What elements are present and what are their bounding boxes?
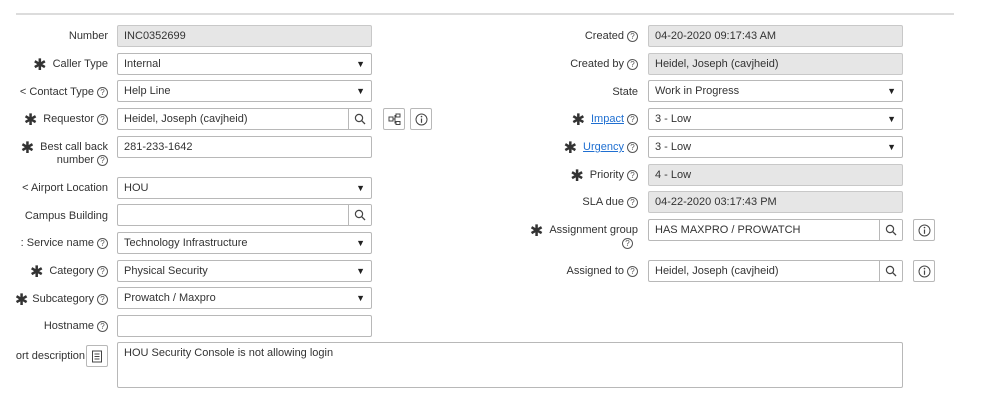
number-field[interactable]: INC0352699 — [117, 25, 372, 47]
assigned-to-label: Assigned to? — [480, 265, 638, 278]
chevron-down-icon: ▼ — [356, 183, 365, 193]
priority-label: ✱ Priority? — [480, 168, 638, 185]
help-icon[interactable]: ? — [627, 59, 638, 70]
assigned-to-info-button[interactable] — [913, 260, 935, 282]
assignment-group-info-button[interactable] — [913, 219, 935, 241]
service-name-label: : Service name? — [0, 237, 108, 250]
created-field[interactable]: 04-20-2020 09:17:43 AM — [648, 25, 903, 47]
priority-field[interactable]: 4 - Low — [648, 164, 903, 186]
category-select[interactable]: Physical Security ▼ — [117, 260, 372, 282]
created-by-label: Created by? — [480, 58, 638, 71]
hierarchy-icon — [388, 113, 401, 125]
assigned-to-field[interactable]: Heidel, Joseph (cavjheid) — [648, 260, 903, 282]
required-icon: ✱ — [563, 140, 578, 157]
required-icon: ✱ — [23, 112, 38, 129]
created-label: Created? — [480, 30, 638, 43]
info-icon — [415, 113, 428, 126]
search-icon[interactable] — [879, 261, 902, 281]
required-icon: ✱ — [529, 223, 544, 240]
chevron-down-icon: ▼ — [356, 86, 365, 96]
sla-due-field[interactable]: 04-22-2020 03:17:43 PM — [648, 191, 903, 213]
help-icon[interactable]: ? — [97, 114, 108, 125]
help-icon[interactable]: ? — [627, 31, 638, 42]
campus-building-label: Campus Building — [24, 210, 108, 222]
state-label: State — [612, 86, 638, 98]
chevron-down-icon: ▼ — [356, 266, 365, 276]
help-icon[interactable]: ? — [97, 87, 108, 98]
impact-select[interactable]: 3 - Low ▼ — [648, 108, 903, 130]
chevron-down-icon: ▼ — [887, 114, 896, 124]
caller-type-select[interactable]: Internal ▼ — [117, 53, 372, 75]
required-icon: ✱ — [20, 140, 35, 157]
assignment-group-field[interactable]: HAS MAXPRO / PROWATCH — [648, 219, 903, 241]
required-icon: ✱ — [571, 112, 585, 129]
search-icon[interactable] — [879, 220, 902, 240]
airport-location-label: < Airport Location — [22, 182, 108, 194]
help-icon[interactable]: ? — [97, 238, 108, 249]
suggestion-button[interactable] — [86, 345, 108, 367]
hierarchy-button[interactable] — [383, 108, 405, 130]
required-icon: ✱ — [29, 264, 44, 281]
category-label: ✱ Category? — [0, 264, 108, 281]
help-icon[interactable]: ? — [627, 197, 638, 208]
required-icon: ✱ — [33, 57, 47, 74]
contact-type-select[interactable]: Help Line ▼ — [117, 80, 372, 102]
campus-building-field[interactable] — [117, 204, 372, 226]
created-by-field[interactable]: Heidel, Joseph (cavjheid) — [648, 53, 903, 75]
top-divider — [16, 13, 954, 15]
sla-due-label: SLA due? — [480, 196, 638, 209]
search-icon[interactable] — [348, 205, 371, 225]
best-call-back-label: ✱ Best call back number? — [20, 140, 108, 166]
urgency-select[interactable]: 3 - Low ▼ — [648, 136, 903, 158]
help-icon[interactable]: ? — [97, 155, 108, 166]
help-icon[interactable]: ? — [627, 142, 638, 153]
short-description-field[interactable]: HOU Security Console is not allowing log… — [117, 342, 903, 388]
search-icon[interactable] — [348, 109, 371, 129]
hostname-field[interactable] — [117, 315, 372, 337]
help-icon[interactable]: ? — [97, 294, 108, 305]
short-description-label: ort description — [15, 350, 85, 362]
subcategory-select[interactable]: Prowatch / Maxpro ▼ — [117, 287, 372, 309]
caller-type-label: ✱ Caller Type — [33, 57, 108, 74]
help-icon[interactable]: ? — [627, 114, 638, 125]
chevron-down-icon: ▼ — [887, 86, 896, 96]
help-icon[interactable]: ? — [97, 321, 108, 332]
impact-label: ✱ Impact? — [480, 112, 638, 129]
urgency-label: ✱ Urgency? — [480, 140, 638, 157]
requestor-label: ✱ Requestor? — [0, 112, 108, 129]
service-name-select[interactable]: Technology Infrastructure ▼ — [117, 232, 372, 254]
assignment-group-label: ✱ Assignment group? — [529, 223, 638, 249]
chevron-down-icon: ▼ — [356, 293, 365, 303]
required-icon: ✱ — [14, 292, 29, 309]
contact-type-label: < Contact Type? — [0, 86, 108, 99]
chevron-down-icon: ▼ — [356, 59, 365, 69]
requestor-info-button[interactable] — [410, 108, 432, 130]
requestor-field[interactable]: Heidel, Joseph (cavjheid) — [117, 108, 372, 130]
help-icon[interactable]: ? — [627, 266, 638, 277]
help-icon[interactable]: ? — [97, 266, 108, 277]
best-call-back-field[interactable]: 281-233-1642 — [117, 136, 372, 158]
chevron-down-icon: ▼ — [356, 238, 365, 248]
document-icon — [92, 350, 102, 363]
airport-location-select[interactable]: HOU ▼ — [117, 177, 372, 199]
subcategory-label: ✱ Subcategory? — [0, 292, 108, 309]
urgency-link[interactable]: Urgency — [583, 141, 624, 153]
chevron-down-icon: ▼ — [887, 142, 896, 152]
required-icon: ✱ — [570, 168, 584, 185]
info-icon — [918, 224, 931, 237]
help-icon[interactable]: ? — [627, 170, 638, 181]
help-icon[interactable]: ? — [622, 238, 633, 249]
info-icon — [918, 265, 931, 278]
state-select[interactable]: Work in Progress ▼ — [648, 80, 903, 102]
number-label: Number — [68, 30, 108, 42]
impact-link[interactable]: Impact — [591, 113, 624, 125]
hostname-label: Hostname? — [0, 320, 108, 333]
